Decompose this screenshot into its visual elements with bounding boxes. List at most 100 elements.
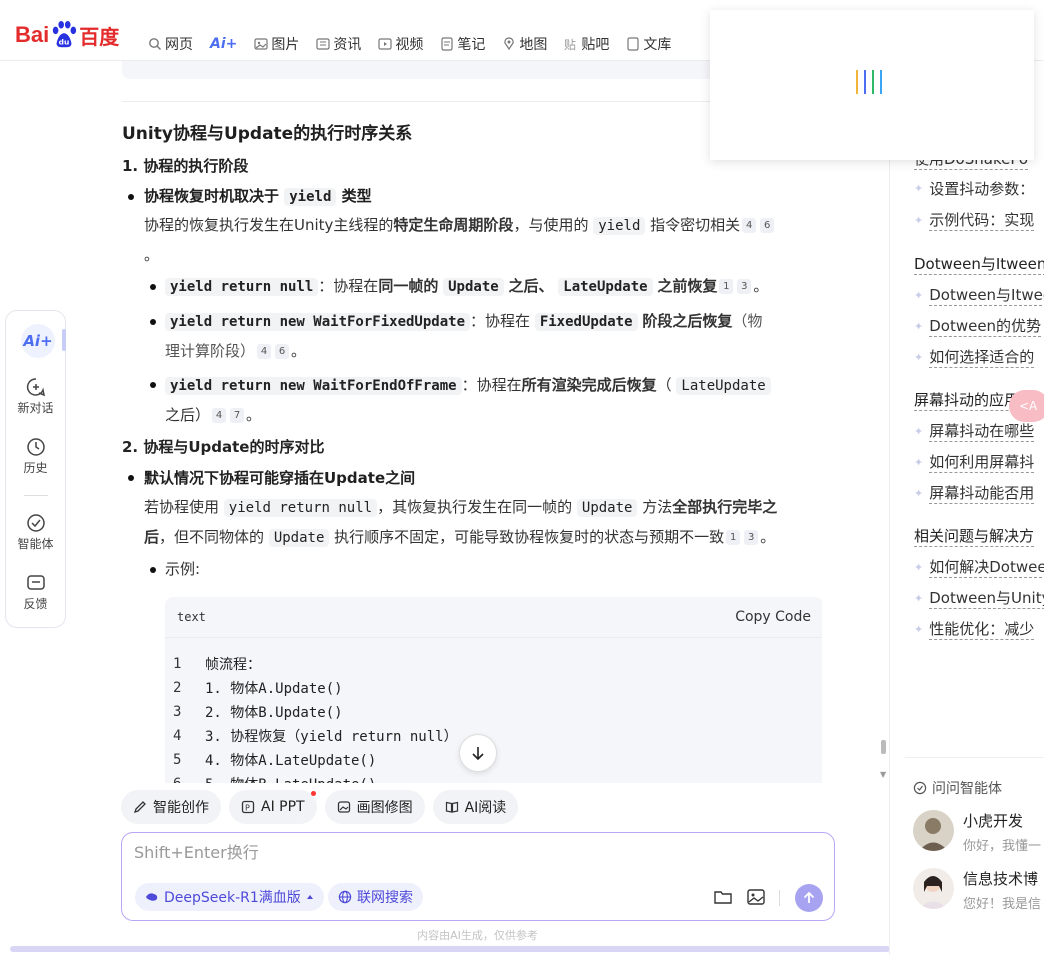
nav-notes[interactable]: 笔记 [440, 33, 485, 55]
star-icon: ✦ [914, 213, 924, 227]
copy-code-button[interactable]: Copy Code [735, 609, 811, 625]
bullet [150, 382, 156, 388]
agent-card[interactable]: 信息技术博 您好！我是信 [913, 868, 1041, 912]
new-chat-button[interactable]: 新对话 [6, 377, 65, 416]
bold-text: 特定生命周期阶段 [393, 216, 514, 234]
agent-label: 智能体 [17, 537, 54, 551]
citation-ref[interactable]: 3 [744, 530, 759, 545]
related-item[interactable]: ✦ Dotween的优势 [914, 315, 1042, 337]
nav-video[interactable]: 视频 [378, 33, 423, 55]
line-number: 6 [165, 776, 205, 783]
history-button[interactable]: 历史 [6, 437, 65, 476]
text: 之后） [165, 406, 211, 424]
agent-card[interactable]: 小虎开发 你好，我懂一 [913, 810, 1041, 854]
scroll-to-bottom-button[interactable] [459, 734, 497, 772]
bullet [150, 567, 156, 573]
sidebar-scrollbar[interactable] [881, 740, 886, 754]
inline-code: Update [268, 529, 330, 547]
divider [905, 757, 1044, 758]
ai-reading-chip[interactable]: AI阅读 [432, 790, 519, 824]
chat-input[interactable] [134, 843, 814, 862]
loader-bar [872, 70, 874, 94]
citation-ref[interactable]: 7 [230, 408, 245, 423]
citation-ref[interactable]: 1 [726, 530, 741, 545]
avatar [913, 810, 954, 851]
image-upload-icon[interactable] [746, 887, 766, 907]
folder-icon[interactable] [713, 887, 733, 907]
related-item[interactable]: ✦ 屏幕抖动在哪些 [914, 420, 1035, 442]
code-line: 1 帧流程： [165, 652, 822, 676]
related-item[interactable]: ✦ 性能优化：减少 [914, 618, 1035, 640]
model-selector[interactable]: DeepSeek-R1满血版 [135, 883, 324, 911]
citation-ref[interactable]: 6 [275, 344, 290, 359]
baidu-logo[interactable]: Bai du 百度 [15, 18, 119, 52]
item-label: Dotween与Itwee [929, 284, 1044, 306]
map-icon [504, 37, 515, 51]
feedback-icon [26, 575, 45, 590]
citation-ref[interactable]: 6 [760, 218, 775, 233]
paw-icon: du [53, 21, 77, 48]
section-heading: 1. 协程的执行阶段 [122, 157, 249, 175]
related-group-title[interactable]: Dotween与Itween [914, 253, 1044, 275]
inline-code: yield return new WaitForFixedUpdate [165, 313, 471, 331]
text: ，与使用的 [513, 216, 589, 234]
paragraph: 协程的恢复执行发生在Unity主线程的特定生命周期阶段，与使用的 yield 指… [144, 211, 822, 270]
nav-label: 视频 [395, 37, 424, 53]
send-button[interactable] [795, 884, 823, 912]
nav-ai[interactable]: Ai+ [210, 33, 238, 63]
agent-button[interactable]: 智能体 [6, 513, 65, 552]
related-item[interactable]: ✦ 如何利用屏幕抖 [914, 451, 1035, 473]
bullet-text: yield return null ：协程在同一帧的 Update 之后、 Lat… [165, 272, 822, 302]
bullet-text: yield return new WaitForFixedUpdate ：协程在 … [165, 307, 822, 366]
related-item[interactable]: ✦ Dotween与Itwee [914, 284, 1044, 306]
draw-edit-chip[interactable]: 画图修图 [324, 790, 425, 824]
horizontal-scrollbar[interactable] [10, 946, 890, 952]
nav-tieba[interactable]: 贴 贴吧 [564, 33, 609, 55]
web-search-label: 联网搜索 [357, 890, 413, 906]
related-item[interactable]: ✦ 如何选择适合的 [914, 346, 1035, 368]
scroll-down-arrow-icon[interactable]: ▼ [880, 770, 886, 779]
text: 理计算阶段） [165, 342, 256, 360]
video-icon [378, 38, 392, 50]
bullet-text: 默认情况下协程可能穿插在Update之间 [144, 469, 416, 487]
inline-code: Update [576, 499, 638, 517]
text: 。 [760, 528, 776, 546]
citation-ref[interactable]: 4 [742, 218, 757, 233]
related-item[interactable]: ✦ 如何解决Dotwee [914, 556, 1044, 578]
chip-label: 智能创作 [153, 800, 209, 816]
floating-assistant-bubble[interactable]: <A [1009, 390, 1044, 422]
citation-ref[interactable]: 3 [737, 279, 752, 294]
star-icon: ✦ [914, 591, 924, 605]
citation-ref[interactable]: 4 [257, 344, 272, 359]
citation-ref[interactable]: 1 [719, 279, 734, 294]
ai-ppt-chip[interactable]: P AI PPT [229, 790, 317, 824]
nav-images[interactable]: 图片 [254, 33, 299, 55]
bold-text: 之后、 [508, 277, 554, 295]
nav-news[interactable]: 资讯 [316, 33, 361, 55]
related-group-title[interactable]: 相关问题与解决方 [914, 525, 1035, 547]
related-item[interactable]: ✦ Dotween与Unity [914, 587, 1044, 609]
feedback-button[interactable]: 反馈 [6, 573, 65, 612]
related-item[interactable]: ✦ 示例代码：实现 [914, 209, 1035, 231]
history-icon [26, 438, 45, 456]
nav-label: 网页 [165, 37, 193, 53]
nav-map[interactable]: 地图 [502, 33, 547, 55]
web-search-toggle[interactable]: 联网搜索 [328, 883, 423, 911]
text: 若协程使用 [144, 498, 220, 516]
arrow-up-icon [803, 891, 815, 903]
smart-create-chip[interactable]: 智能创作 [121, 790, 221, 824]
bold-text: 阶段之后恢复 [642, 312, 733, 330]
citation-ref[interactable]: 4 [212, 408, 227, 423]
item-label: 屏幕抖动在哪些 [929, 422, 1035, 442]
related-item[interactable]: ✦ 设置抖动参数： [914, 178, 1034, 199]
line-number: 5 [173, 752, 182, 768]
doc-icon [627, 37, 639, 51]
star-icon: ✦ [914, 288, 924, 302]
ai-home-button[interactable]: Ai+ [21, 324, 55, 358]
deepseek-icon [146, 893, 158, 901]
chat-input-box: DeepSeek-R1满血版 联网搜索 [121, 832, 835, 921]
nav-wenku[interactable]: 文库 [626, 33, 671, 55]
related-item[interactable]: ✦ 屏幕抖动能否用 [914, 482, 1035, 504]
nav-web[interactable]: 网页 [148, 33, 193, 55]
star-icon: ✦ [914, 350, 924, 364]
